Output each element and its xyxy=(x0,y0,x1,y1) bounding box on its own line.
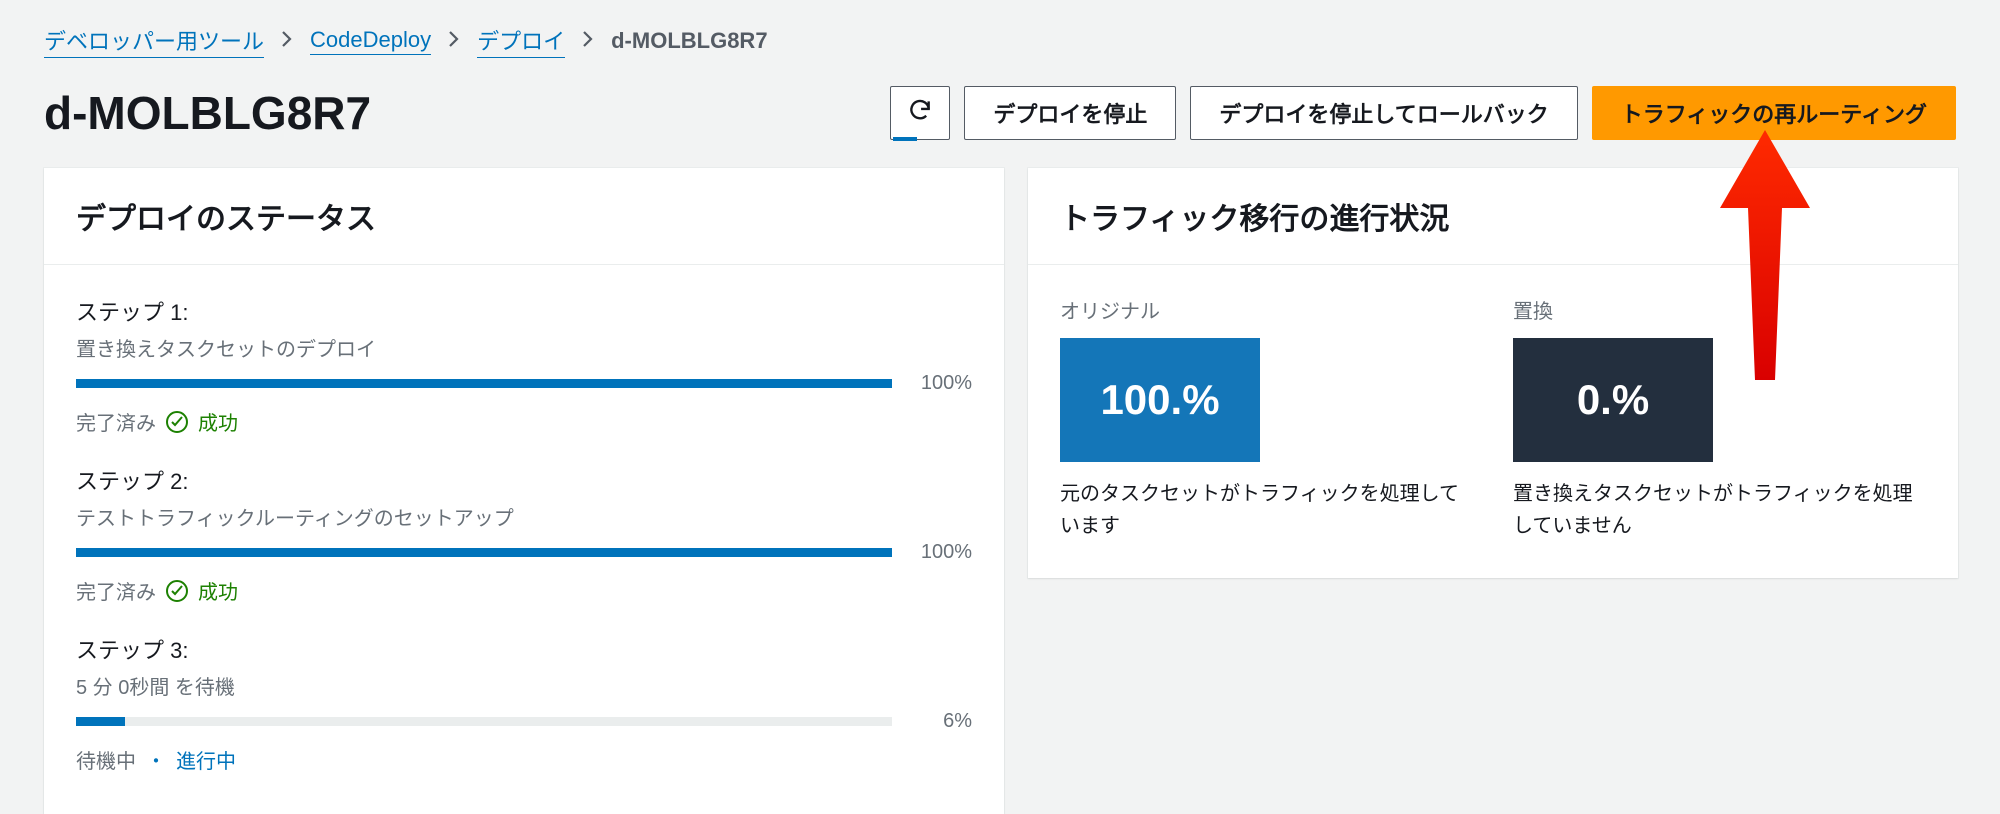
deploy-step-3: ステップ 3: 5 分 0秒間 を待機 6% 待機中 ・ 進行中 xyxy=(76,633,972,774)
breadcrumb-link-deploy[interactable]: デプロイ xyxy=(477,24,565,58)
page-header: d-MOLBLG8R7 デプロイを停止 デプロイを停止してロールバック トラフィ… xyxy=(0,66,2000,168)
traffic-original-desc: 元のタスクセットがトラフィックを処理しています xyxy=(1060,478,1473,542)
chevron-right-icon xyxy=(280,30,294,53)
completed-label: 完了済み xyxy=(76,407,156,436)
traffic-replacement-desc: 置き換えタスクセットがトラフィックを処理していません xyxy=(1513,478,1926,542)
progress-percent: 6% xyxy=(912,710,972,733)
deploy-status-title: デプロイのステータス xyxy=(44,168,1004,265)
progress-fill xyxy=(76,379,892,388)
traffic-original-value: 100.% xyxy=(1060,338,1260,462)
step-title: ステップ 3: xyxy=(76,633,972,665)
chevron-right-icon xyxy=(447,30,461,53)
waiting-label: 待機中 xyxy=(76,745,136,774)
step-title: ステップ 1: xyxy=(76,295,972,327)
breadcrumb-link-devtools[interactable]: デベロッパー用ツール xyxy=(44,24,264,58)
stop-rollback-button[interactable]: デプロイを停止してロールバック xyxy=(1190,86,1577,140)
progress-bar xyxy=(76,717,892,726)
bullet-separator: ・ xyxy=(146,745,166,774)
step-title: ステップ 2: xyxy=(76,464,972,496)
success-label: 成功 xyxy=(198,576,238,605)
traffic-replacement-col: 置換 0.% 置き換えタスクセットがトラフィックを処理していません xyxy=(1513,295,1926,542)
progress-fill xyxy=(76,548,892,557)
progress-bar xyxy=(76,379,892,388)
progress-fill xyxy=(76,717,125,726)
step-desc: 5 分 0秒間 を待機 xyxy=(76,671,972,700)
reroute-traffic-button[interactable]: トラフィックの再ルーティング xyxy=(1592,86,1956,140)
traffic-replacement-value: 0.% xyxy=(1513,338,1713,462)
refresh-button[interactable] xyxy=(890,86,950,140)
traffic-progress-title: トラフィック移行の進行状況 xyxy=(1028,168,1958,265)
step-desc: テストトラフィックルーティングのセットアップ xyxy=(76,502,972,531)
deploy-status-card: デプロイのステータス ステップ 1: 置き換えタスクセットのデプロイ 100% … xyxy=(44,168,1004,814)
completed-label: 完了済み xyxy=(76,576,156,605)
refresh-icon xyxy=(907,97,933,129)
in-progress-label: 進行中 xyxy=(176,745,236,774)
stop-deploy-button[interactable]: デプロイを停止 xyxy=(964,86,1176,140)
step-desc: 置き換えタスクセットのデプロイ xyxy=(76,333,972,362)
progress-percent: 100% xyxy=(912,541,972,564)
page-title: d-MOLBLG8R7 xyxy=(44,86,371,140)
success-label: 成功 xyxy=(198,407,238,436)
traffic-progress-card: トラフィック移行の進行状況 オリジナル 100.% 元のタスクセットがトラフィッ… xyxy=(1028,168,1958,578)
progress-percent: 100% xyxy=(912,372,972,395)
breadcrumb-current: d-MOLBLG8R7 xyxy=(611,28,767,54)
chevron-right-icon xyxy=(581,30,595,53)
traffic-replacement-label: 置換 xyxy=(1513,295,1926,324)
deploy-step-1: ステップ 1: 置き換えタスクセットのデプロイ 100% 完了済み 成功 xyxy=(76,295,972,436)
deploy-step-2: ステップ 2: テストトラフィックルーティングのセットアップ 100% 完了済み… xyxy=(76,464,972,605)
traffic-original-label: オリジナル xyxy=(1060,295,1473,324)
action-buttons: デプロイを停止 デプロイを停止してロールバック トラフィックの再ルーティング xyxy=(890,86,1956,140)
traffic-original-col: オリジナル 100.% 元のタスクセットがトラフィックを処理しています xyxy=(1060,295,1473,542)
breadcrumb-link-codedeploy[interactable]: CodeDeploy xyxy=(310,27,431,55)
breadcrumb: デベロッパー用ツール CodeDeploy デプロイ d-MOLBLG8R7 xyxy=(0,0,2000,66)
progress-bar xyxy=(76,548,892,557)
check-circle-icon xyxy=(166,580,188,602)
check-circle-icon xyxy=(166,411,188,433)
